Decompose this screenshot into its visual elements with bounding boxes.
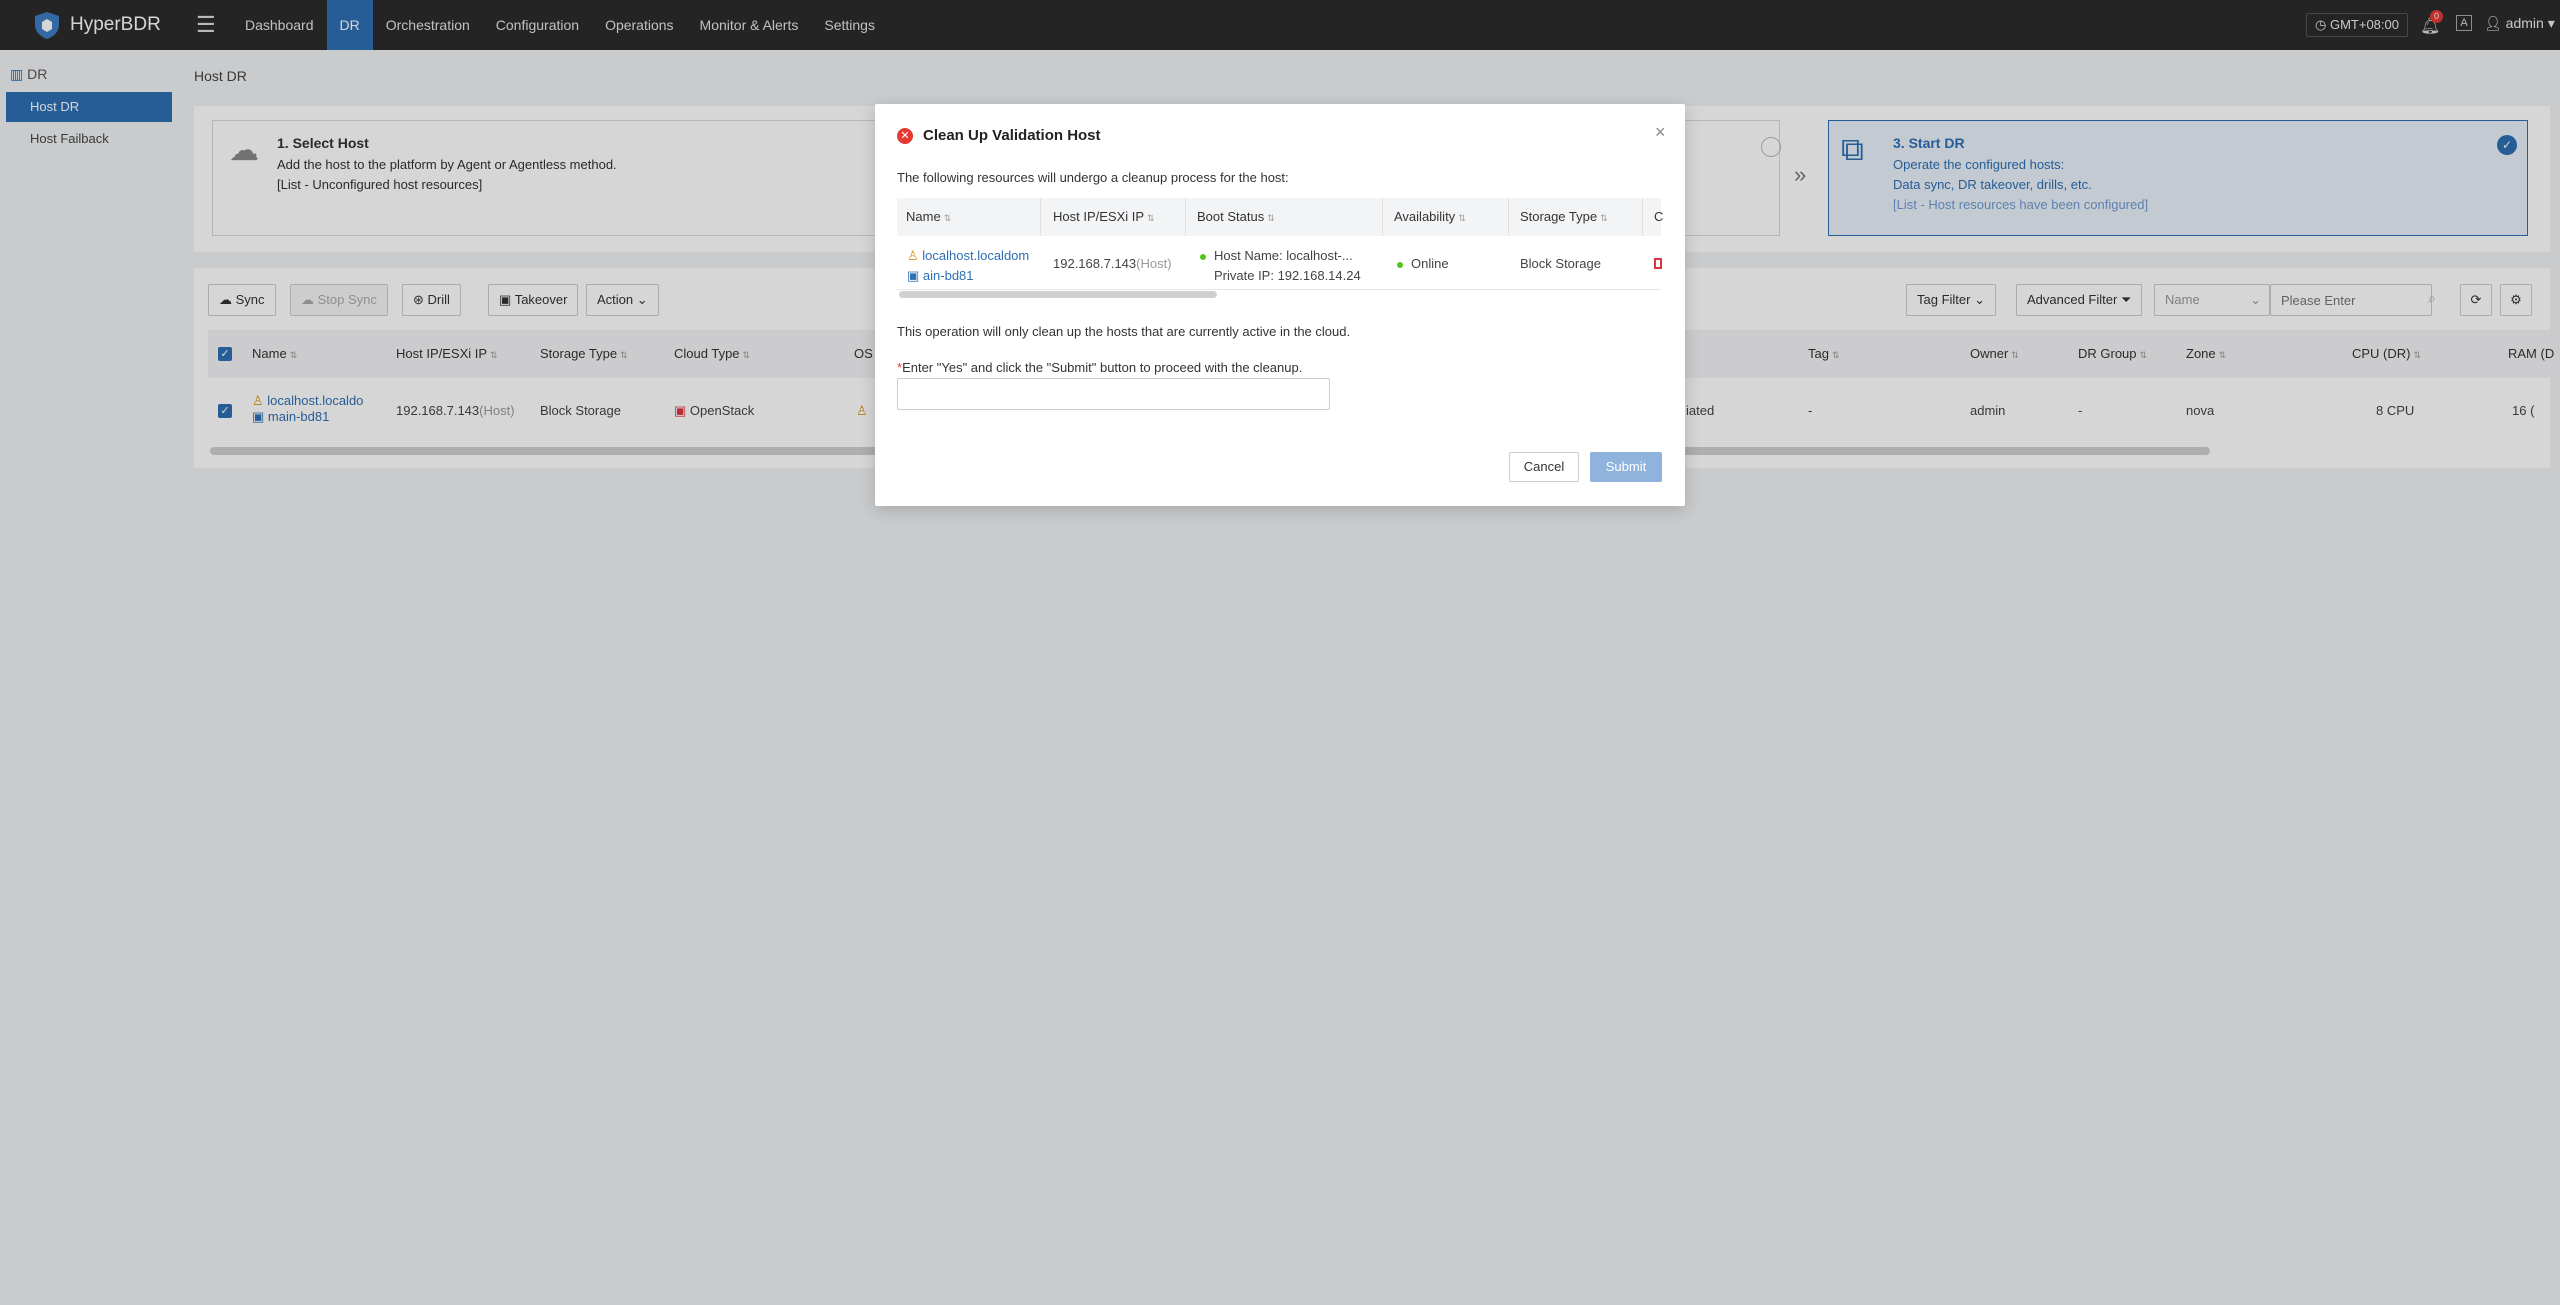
dialog-col-storage-type[interactable]: Storage Type ⇅	[1520, 209, 1608, 224]
dialog-title: Clean Up Validation Host	[923, 127, 1101, 144]
linux-icon: ♙	[907, 248, 919, 263]
dialog-row-availability-label: Online	[1411, 256, 1449, 271]
cleanup-validation-host-dialog: ✕ Clean Up Validation Host × The followi…	[875, 104, 1685, 506]
dialog-col-name[interactable]: Name ⇅	[906, 209, 951, 224]
dialog-row-boot-status: Host Name: localhost-... Private IP: 192…	[1200, 246, 1361, 286]
submit-button[interactable]: Submit	[1590, 452, 1662, 482]
host-icon: ▣	[907, 268, 920, 283]
confirm-prompt-label: Enter "Yes" and click the "Submit" butto…	[902, 360, 1303, 375]
dialog-note: This operation will only clean up the ho…	[897, 324, 1351, 339]
confirm-input[interactable]	[897, 378, 1330, 410]
sort-icon: ⇅	[1267, 213, 1275, 223]
dialog-row-name-line2: ain-bd81	[922, 268, 974, 283]
dialog-row-name-line1: localhost.localdom	[922, 248, 1030, 263]
col-divider	[1040, 198, 1041, 236]
dialog-row-name-line1-wrap: ♙ localhost.localdom	[907, 246, 1029, 266]
openstack-icon	[1654, 258, 1662, 269]
dialog-row-ip-value: 192.168.7.143	[1053, 256, 1137, 271]
boot-status-line2: Private IP: 192.168.14.24	[1214, 268, 1361, 283]
dialog-col-boot-status-label: Boot Status	[1197, 209, 1265, 224]
dialog-col-cloud-partial: C	[1654, 209, 1664, 224]
status-dot-icon	[1397, 261, 1403, 268]
sort-icon: ⇅	[943, 213, 952, 223]
dialog-col-storage-type-label: Storage Type	[1520, 209, 1598, 224]
col-divider	[1185, 198, 1186, 236]
dialog-intro: The following resources will undergo a c…	[897, 170, 1289, 185]
close-icon[interactable]: ×	[1655, 122, 1666, 143]
col-divider	[1642, 198, 1643, 236]
sort-icon: ⇅	[1147, 213, 1155, 223]
status-dot-icon	[1200, 253, 1206, 260]
dialog-col-availability-label: Availability	[1394, 209, 1456, 224]
dialog-row-ip: 192.168.7.143(Host)	[1053, 256, 1172, 271]
dialog-col-availability[interactable]: Availability ⇅	[1394, 209, 1466, 224]
col-divider	[1508, 198, 1509, 236]
sort-icon: ⇅	[1600, 213, 1608, 223]
dialog-row-storage: Block Storage	[1520, 256, 1601, 271]
row-divider	[897, 289, 1661, 290]
cancel-button[interactable]: Cancel	[1509, 452, 1579, 482]
dialog-row-name[interactable]: ♙ localhost.localdom ▣ ain-bd81	[907, 246, 1029, 286]
boot-status-line1: Host Name: localhost-...	[1214, 248, 1353, 263]
confirm-prompt: *Enter "Yes" and click the "Submit" butt…	[897, 360, 1302, 375]
dialog-col-host-ip-label: Host IP/ESXi IP	[1053, 209, 1145, 224]
sort-icon: ⇅	[1458, 213, 1466, 223]
dialog-table-scrollbar[interactable]	[899, 291, 1217, 298]
dialog-row-availability: Online	[1397, 256, 1449, 271]
dialog-col-boot-status[interactable]: Boot Status ⇅	[1197, 209, 1275, 224]
error-icon: ✕	[897, 128, 913, 144]
dialog-col-host-ip[interactable]: Host IP/ESXi IP ⇅	[1053, 209, 1155, 224]
col-divider	[1382, 198, 1383, 236]
dialog-col-name-label: Name	[906, 209, 941, 224]
dialog-row-name-line2-wrap: ▣ ain-bd81	[907, 266, 1029, 286]
boot-status-line1-wrap: Host Name: localhost-...	[1200, 246, 1361, 266]
dialog-row-ip-suffix: (Host)	[1136, 256, 1172, 271]
